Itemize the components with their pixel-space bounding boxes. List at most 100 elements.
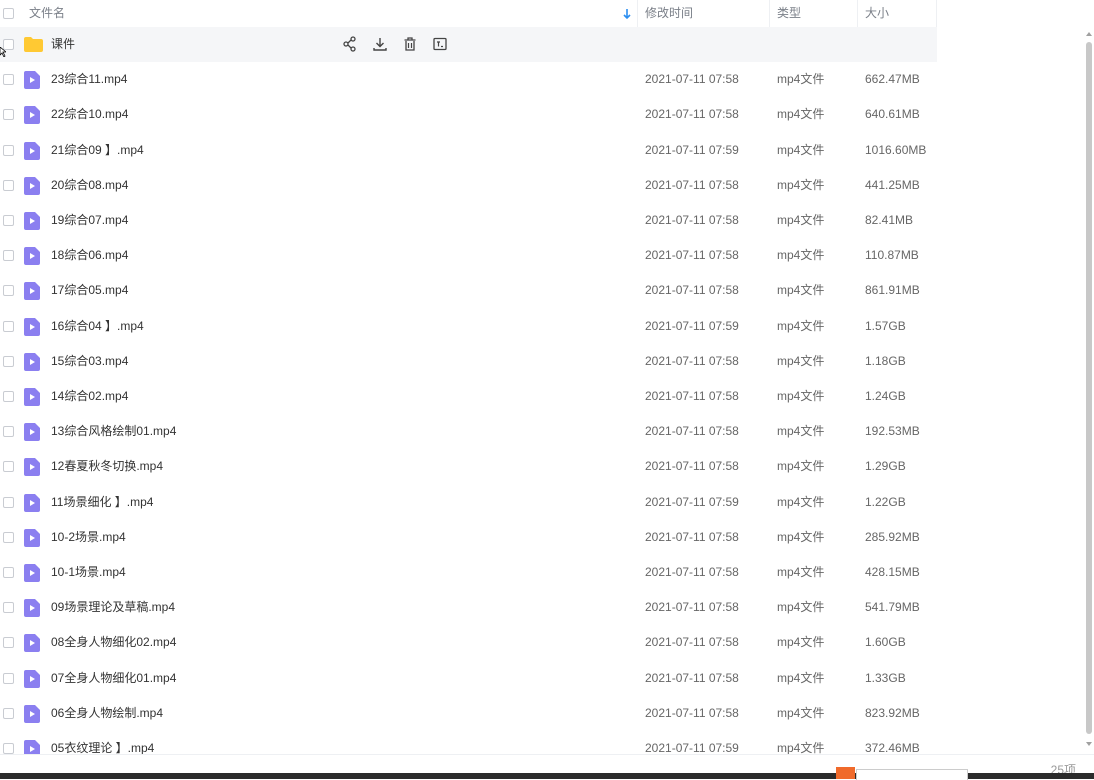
file-row[interactable]: 13综合风格绘制01.mp4 2021-07-11 07:58 mp4文件 192.5… [0, 414, 937, 449]
file-size: 372.46MB [865, 741, 920, 754]
file-size: 1.60GB [865, 635, 906, 650]
file-type: mp4文件 [777, 107, 825, 122]
file-row[interactable]: 11场景细化 】.mp4 2021-07-11 07:59 mp4文件 1.22GB [0, 485, 937, 520]
file-size: 1.29GB [865, 459, 906, 474]
download-icon[interactable] [372, 36, 388, 52]
modified-time: 2021-07-11 07:58 [645, 248, 739, 263]
column-header-type[interactable]: 类型 [777, 0, 801, 27]
file-row[interactable]: 10-1场景.mp4 2021-07-11 07:58 mp4文件 428.15MB [0, 555, 937, 590]
column-divider[interactable] [637, 0, 638, 27]
file-row[interactable]: 15综合03.mp4 2021-07-11 07:58 mp4文件 1.18GB [0, 344, 937, 379]
file-row[interactable]: 06全身人物绘制.mp4 2021-07-11 07:58 mp4文件 823.92M… [0, 696, 937, 731]
file-name[interactable]: 21综合09 】.mp4 [51, 133, 144, 168]
file-name[interactable]: 14综合02.mp4 [51, 379, 128, 414]
file-row[interactable]: 05衣纹理论 】.mp4 2021-07-11 07:59 mp4文件 372.46M… [0, 731, 937, 754]
file-row[interactable]: 22综合10.mp4 2021-07-11 07:58 mp4文件 640.61MB [0, 97, 937, 132]
video-file-icon [24, 423, 40, 442]
file-row[interactable]: 23综合11.mp4 2021-07-11 07:58 mp4文件 662.47MB [0, 62, 937, 97]
share-icon[interactable] [342, 36, 358, 52]
file-name[interactable]: 17综合05.mp4 [51, 273, 128, 308]
file-name[interactable]: 07全身人物细化01.mp4 [51, 661, 176, 696]
file-name[interactable]: 09场景理论及草稿.mp4 [51, 590, 175, 625]
row-checkbox[interactable] [3, 637, 14, 649]
file-name[interactable]: 23综合11.mp4 [51, 62, 127, 97]
scroll-down-arrow-icon[interactable] [1085, 740, 1093, 748]
row-checkbox[interactable] [3, 602, 14, 614]
file-size: 285.92MB [865, 529, 920, 544]
column-divider[interactable] [857, 0, 858, 27]
row-checkbox[interactable] [3, 496, 14, 508]
row-checkbox[interactable] [3, 531, 14, 543]
row-checkbox[interactable] [3, 567, 14, 578]
row-checkbox[interactable] [3, 672, 14, 684]
file-size: 428.15MB [865, 565, 920, 579]
scrollbar-thumb[interactable] [1086, 42, 1092, 734]
file-size: 662.47MB [865, 72, 920, 87]
row-checkbox[interactable] [3, 426, 14, 438]
file-name[interactable]: 08全身人物细化02.mp4 [51, 625, 176, 660]
file-row[interactable]: 10-2场景.mp4 2021-07-11 07:58 mp4文件 285.92MB [0, 520, 937, 555]
row-checkbox[interactable] [3, 179, 14, 191]
video-file-icon [24, 352, 40, 371]
file-name[interactable]: 10-1场景.mp4 [51, 555, 126, 590]
select-all-checkbox[interactable] [3, 8, 14, 19]
row-checkbox[interactable] [3, 109, 14, 121]
rename-icon[interactable] [432, 36, 448, 52]
file-name[interactable]: 11场景细化 】.mp4 [51, 485, 153, 520]
file-row[interactable]: 19综合07.mp4 2021-07-11 07:58 mp4文件 82.41MB [0, 203, 937, 238]
modified-time: 2021-07-11 07:58 [645, 565, 739, 579]
file-name[interactable]: 05衣纹理论 】.mp4 [51, 731, 154, 754]
video-file-icon [24, 212, 40, 230]
file-row[interactable]: 20综合08.mp4 2021-07-11 07:58 mp4文件 441.25MB [0, 168, 937, 203]
column-header-name[interactable]: 文件名 [29, 0, 65, 27]
row-checkbox[interactable] [3, 285, 14, 297]
column-header-size[interactable]: 大小 [865, 0, 889, 27]
row-checkbox[interactable] [3, 74, 14, 86]
file-name[interactable]: 06全身人物绘制.mp4 [51, 696, 163, 731]
file-name[interactable]: 22综合10.mp4 [51, 97, 128, 132]
app-icon[interactable] [836, 767, 855, 779]
file-row[interactable]: 21综合09 】.mp4 2021-07-11 07:59 mp4文件 1016.60… [0, 133, 937, 168]
row-checkbox[interactable] [3, 250, 14, 262]
file-size: 1.24GB [865, 389, 906, 403]
file-name[interactable]: 13综合风格绘制01.mp4 [51, 414, 176, 449]
modified-time: 2021-07-11 07:58 [645, 670, 739, 685]
vertical-scrollbar[interactable] [1084, 28, 1094, 750]
file-row[interactable]: 07全身人物细化01.mp4 2021-07-11 07:58 mp4文件 1.33G… [0, 661, 937, 696]
file-name[interactable]: 20综合08.mp4 [51, 168, 128, 203]
file-name[interactable]: 19综合07.mp4 [51, 203, 128, 238]
row-checkbox[interactable] [3, 461, 14, 473]
folder-row[interactable]: 课件 [0, 27, 937, 62]
file-row[interactable]: 16综合04 】.mp4 2021-07-11 07:59 mp4文件 1.57GB [0, 309, 937, 344]
row-checkbox[interactable] [3, 144, 14, 156]
column-header-modified[interactable]: 修改时间 [645, 0, 693, 27]
column-divider[interactable] [769, 0, 770, 27]
file-row[interactable]: 08全身人物细化02.mp4 2021-07-11 07:58 mp4文件 1.60G… [0, 625, 937, 660]
video-file-icon [24, 740, 40, 754]
row-checkbox[interactable] [3, 391, 14, 402]
file-row[interactable]: 14综合02.mp4 2021-07-11 07:58 mp4文件 1.24GB [0, 379, 937, 414]
file-name[interactable]: 18综合06.mp4 [51, 238, 128, 273]
file-name[interactable]: 16综合04 】.mp4 [51, 309, 144, 344]
row-checkbox[interactable] [3, 743, 14, 754]
row-checkbox[interactable] [3, 707, 14, 719]
file-row[interactable]: 12春夏秋冬切换.mp4 2021-07-11 07:58 mp4文件 1.29GB [0, 449, 937, 484]
file-name[interactable]: 10-2场景.mp4 [51, 520, 126, 555]
modified-time: 2021-07-11 07:59 [645, 494, 739, 509]
file-row[interactable]: 18综合06.mp4 2021-07-11 07:58 mp4文件 110.87MB [0, 238, 937, 273]
file-name[interactable]: 课件 [51, 27, 75, 62]
column-divider[interactable] [936, 0, 937, 27]
sort-down-arrow-icon[interactable] [622, 8, 632, 20]
file-row[interactable]: 09场景理论及草稿.mp4 2021-07-11 07:58 mp4文件 541.79… [0, 590, 937, 625]
row-checkbox[interactable] [3, 320, 14, 332]
video-file-icon [24, 564, 40, 582]
file-row[interactable]: 17综合05.mp4 2021-07-11 07:58 mp4文件 861.91MB [0, 273, 937, 308]
row-checkbox[interactable] [3, 355, 14, 367]
modified-time: 2021-07-11 07:58 [645, 459, 739, 474]
modified-time: 2021-07-11 07:59 [645, 741, 739, 754]
scroll-up-arrow-icon[interactable] [1085, 30, 1093, 38]
file-name[interactable]: 15综合03.mp4 [51, 344, 128, 379]
delete-icon[interactable] [402, 36, 418, 52]
file-name[interactable]: 12春夏秋冬切换.mp4 [51, 449, 163, 484]
row-checkbox[interactable] [3, 215, 14, 226]
